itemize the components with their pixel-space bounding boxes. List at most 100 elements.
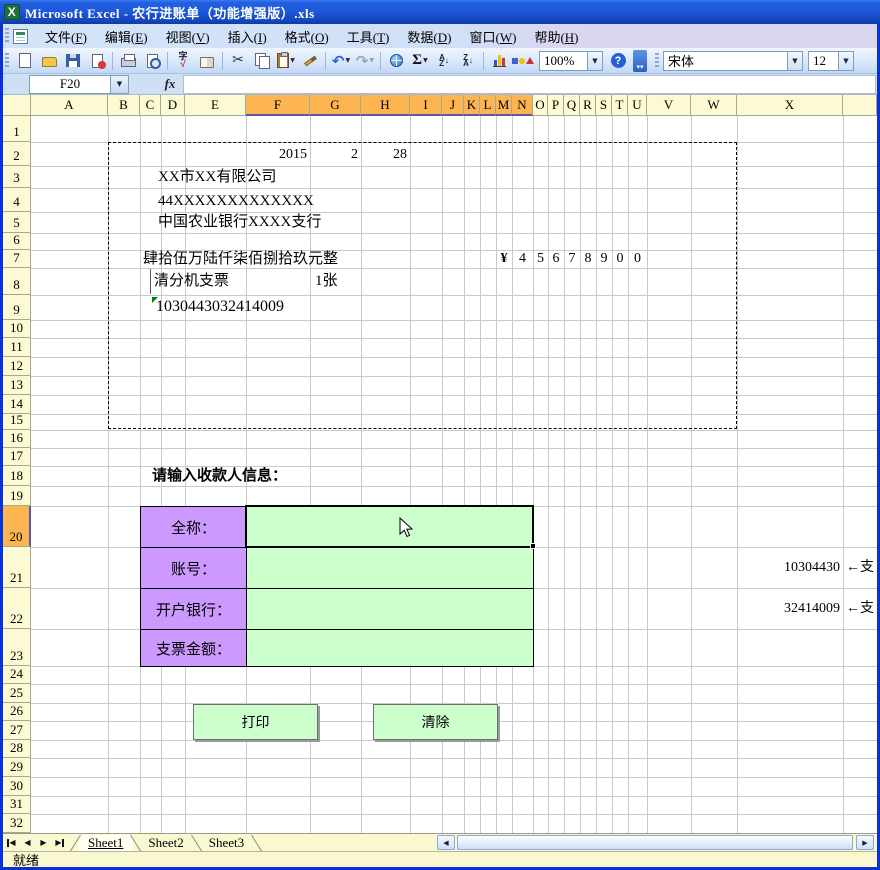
column-header-S[interactable]: S (596, 95, 612, 116)
cell-company-name[interactable]: XX市XX有限公司 (158, 169, 276, 186)
column-header-R[interactable]: R (580, 95, 596, 116)
next-sheet-icon[interactable]: ▶ (36, 836, 51, 850)
row-header-10[interactable]: 10 (3, 320, 31, 338)
column-header-D[interactable]: D (161, 95, 185, 116)
paste-icon[interactable]: ▼ (275, 51, 297, 71)
previous-sheet-icon[interactable]: ◀ (20, 836, 35, 850)
row-header-25[interactable]: 25 (3, 684, 31, 703)
autosum-icon[interactable]: Σ▼ (409, 51, 431, 71)
clear-button[interactable]: 清除 (373, 704, 498, 740)
menu-item-t[interactable]: 工具(T) (338, 25, 399, 48)
help-icon[interactable]: ? (607, 51, 629, 71)
menu-item-f[interactable]: 文件(F) (36, 25, 96, 48)
select-all-corner[interactable] (3, 95, 31, 116)
print-button[interactable]: 打印 (193, 704, 318, 740)
first-sheet-icon[interactable]: ◀ (4, 836, 19, 850)
menu-item-v[interactable]: 视图(V) (157, 25, 219, 48)
row-header-26[interactable]: 26 (3, 703, 31, 721)
cell-amount-digit-2[interactable]: 5 (533, 250, 548, 268)
column-header-V[interactable]: V (647, 95, 691, 116)
row-header-1[interactable]: 1 (3, 116, 31, 142)
last-sheet-icon[interactable]: ▶ (52, 836, 67, 850)
column-header-H[interactable]: H (361, 95, 410, 116)
cell-date-day[interactable]: 28 (361, 147, 407, 162)
sort-ascending-icon[interactable]: AZ ↓ (433, 51, 455, 71)
column-header-M[interactable]: M (496, 95, 512, 116)
name-box[interactable]: F20 (29, 75, 111, 94)
cell-amount-digit-6[interactable]: 9 (596, 250, 612, 268)
print-icon[interactable] (117, 51, 139, 71)
column-header-partial[interactable] (843, 95, 877, 116)
row-header-4[interactable]: 4 (3, 188, 31, 212)
menu-item-w[interactable]: 窗口(W) (460, 25, 525, 48)
row-header-30[interactable]: 30 (3, 777, 31, 796)
cell-ref1-value[interactable]: 10304430 (737, 560, 840, 575)
copy-icon[interactable] (251, 51, 273, 71)
cell-currency-symbol[interactable]: ¥ (496, 250, 512, 268)
sort-descending-icon[interactable]: ZA ↓ (457, 51, 479, 71)
spelling-icon[interactable]: 字√ (172, 51, 194, 71)
cell-date-month[interactable]: 2 (310, 147, 358, 162)
cell-ref2-value[interactable]: 32414009 (737, 601, 840, 616)
column-header-F[interactable]: F (246, 95, 310, 116)
form-label-3[interactable]: 开户银行： (140, 588, 247, 630)
cell-cheque-count[interactable]: 1张 (315, 273, 338, 290)
menu-item-i[interactable]: 插入(I) (219, 25, 276, 48)
cell-bank-name[interactable]: 中国农业银行XXXX支行 (158, 214, 321, 231)
row-header-6[interactable]: 6 (3, 233, 31, 250)
sheet-tab-sheet3[interactable]: Sheet3 (199, 835, 254, 851)
column-header-X[interactable]: X (737, 95, 843, 116)
open-icon[interactable] (38, 51, 60, 71)
save-icon[interactable] (62, 51, 84, 71)
row-header-23[interactable]: 23 (3, 629, 31, 666)
column-header-B[interactable]: B (108, 95, 140, 116)
cell-amount-in-words[interactable]: 肆拾伍万陆仟柒佰捌拾玖元整 (143, 251, 338, 268)
row-header-17[interactable]: 17 (3, 448, 31, 466)
cell-ref1-note[interactable]: ←支 (846, 560, 874, 575)
row-header-28[interactable]: 28 (3, 740, 31, 758)
permission-icon[interactable] (86, 51, 108, 71)
research-icon[interactable] (196, 51, 218, 71)
cell-cheque-type[interactable]: 清分机支票 (154, 273, 229, 290)
row-header-7[interactable]: 7 (3, 250, 31, 268)
cell-amount-digit-5[interactable]: 8 (580, 250, 596, 268)
column-header-O[interactable]: O (533, 95, 548, 116)
row-header-31[interactable]: 31 (3, 796, 31, 814)
column-header-P[interactable]: P (548, 95, 564, 116)
form-input-2[interactable] (246, 547, 534, 589)
row-header-12[interactable]: 12 (3, 357, 31, 376)
column-header-G[interactable]: G (310, 95, 361, 116)
form-label-2[interactable]: 账号： (140, 547, 247, 589)
cell-cheque-number[interactable]: 1030443032414009 (156, 298, 284, 316)
redo-icon[interactable]: ↷▼ (354, 51, 376, 71)
font-name-combobox[interactable]: 宋体 ▼ (663, 51, 803, 71)
scroll-left-icon[interactable]: ◀ (437, 835, 455, 850)
row-header-3[interactable]: 3 (3, 166, 31, 188)
row-header-24[interactable]: 24 (3, 666, 31, 684)
font-size-combobox[interactable]: 12 ▼ (808, 51, 854, 71)
row-header-27[interactable]: 27 (3, 721, 31, 740)
row-header-16[interactable]: 16 (3, 430, 31, 448)
drawing-icon[interactable] (512, 51, 534, 71)
cell-amount-digit-7[interactable]: 0 (612, 250, 628, 268)
form-label-1[interactable]: 全称： (140, 506, 247, 548)
row-header-21[interactable]: 21 (3, 547, 31, 588)
row-header-13[interactable]: 13 (3, 376, 31, 395)
zoom-combobox[interactable]: 100% ▼ (539, 51, 603, 71)
cut-icon[interactable]: ✂ (227, 51, 249, 71)
column-header-N[interactable]: N (512, 95, 533, 116)
horizontal-scrollbar-thumb[interactable] (457, 835, 853, 850)
cell-account-number[interactable]: 44XXXXXXXXXXXXX (158, 193, 314, 210)
fill-handle[interactable] (530, 543, 536, 549)
sheet-tab-sheet2[interactable]: Sheet2 (138, 835, 193, 851)
menu-item-h[interactable]: 帮助(H) (525, 25, 587, 48)
cell-date-year[interactable]: 2015 (246, 147, 307, 162)
font-dropdown-icon[interactable]: ▼ (787, 52, 802, 70)
row-header-22[interactable]: 22 (3, 588, 31, 629)
name-box-dropdown-icon[interactable]: ▼ (111, 75, 129, 94)
cell-amount-digit-3[interactable]: 6 (548, 250, 564, 268)
cell-ref2-note[interactable]: ←支 (846, 601, 874, 616)
column-header-L[interactable]: L (480, 95, 496, 116)
column-header-C[interactable]: C (140, 95, 161, 116)
print-preview-icon[interactable] (141, 51, 163, 71)
